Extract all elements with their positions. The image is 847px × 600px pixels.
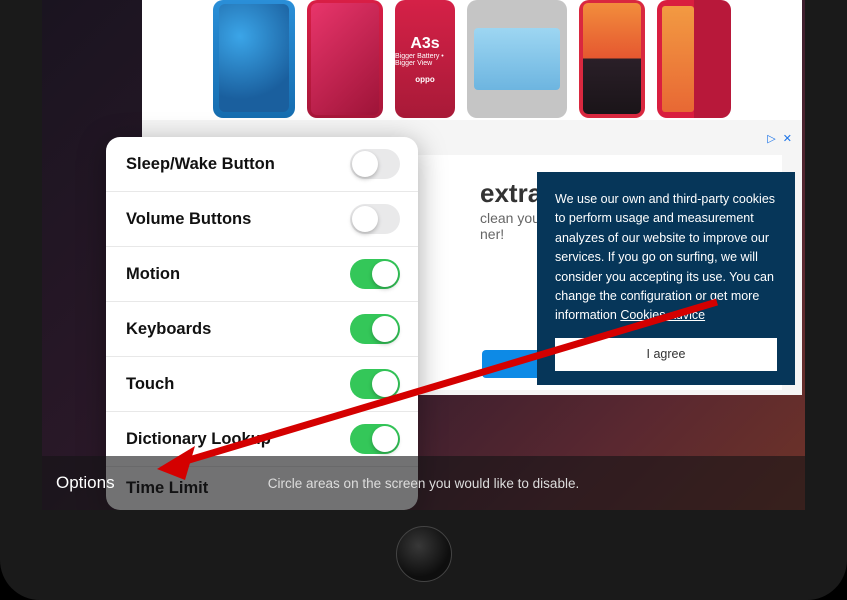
toggle-switch[interactable] — [350, 369, 400, 399]
product-thumbnails: A3s Bigger Battery • Bigger View oppo — [142, 0, 802, 120]
action-button[interactable] — [482, 350, 542, 378]
option-label: Dictionary Lookup — [126, 430, 271, 449]
phone-thumbnail[interactable]: A3s Bigger Battery • Bigger View oppo — [395, 0, 455, 118]
adchoices-icon[interactable]: ▷ — [767, 133, 775, 145]
cookie-agree-button[interactable]: I agree — [555, 338, 777, 371]
options-button[interactable]: Options — [56, 473, 115, 493]
toggle-switch[interactable] — [350, 314, 400, 344]
guided-access-bottom-bar: Options Circle areas on the screen you w… — [42, 456, 805, 510]
tablet-thumbnail[interactable] — [467, 0, 567, 118]
toggle-switch[interactable] — [350, 204, 400, 234]
ad-indicator[interactable]: ▷ ✕ — [767, 132, 792, 145]
toggle-switch[interactable] — [350, 424, 400, 454]
option-label: Touch — [126, 375, 174, 394]
phone-tagline: Bigger Battery • Bigger View — [395, 53, 455, 67]
ad-title: extra — [480, 178, 542, 209]
close-icon[interactable]: ✕ — [783, 133, 792, 145]
phone-thumbnail[interactable] — [579, 0, 645, 118]
home-button[interactable] — [396, 526, 452, 582]
cookie-advice-link[interactable]: Cookies advice — [620, 308, 705, 322]
cookie-banner: We use our own and third-party cookies t… — [537, 172, 795, 385]
ipad-frame: A3s Bigger Battery • Bigger View oppo ▷ … — [0, 0, 847, 600]
ipad-screen: A3s Bigger Battery • Bigger View oppo ▷ … — [42, 0, 805, 510]
option-keyboards[interactable]: Keyboards — [106, 302, 418, 357]
toggle-switch[interactable] — [350, 259, 400, 289]
options-popover: Sleep/Wake Button Volume Buttons Motion … — [106, 137, 418, 510]
option-label: Motion — [126, 265, 180, 284]
phone-thumbnail[interactable] — [307, 0, 383, 118]
option-sleep-wake[interactable]: Sleep/Wake Button — [106, 137, 418, 192]
option-label: Sleep/Wake Button — [126, 155, 275, 174]
phone-thumbnail[interactable] — [213, 0, 295, 118]
phone-model-badge: A3s — [410, 35, 439, 53]
toggle-switch[interactable] — [350, 149, 400, 179]
phone-thumbnail[interactable] — [657, 0, 731, 118]
phone-brand: oppo — [415, 75, 435, 84]
cookie-text: We use our own and third-party cookies t… — [555, 192, 775, 322]
option-volume-buttons[interactable]: Volume Buttons — [106, 192, 418, 247]
option-label: Volume Buttons — [126, 210, 251, 229]
hint-text: Circle areas on the screen you would lik… — [268, 476, 579, 491]
option-touch[interactable]: Touch — [106, 357, 418, 412]
option-label: Keyboards — [126, 320, 211, 339]
option-motion[interactable]: Motion — [106, 247, 418, 302]
